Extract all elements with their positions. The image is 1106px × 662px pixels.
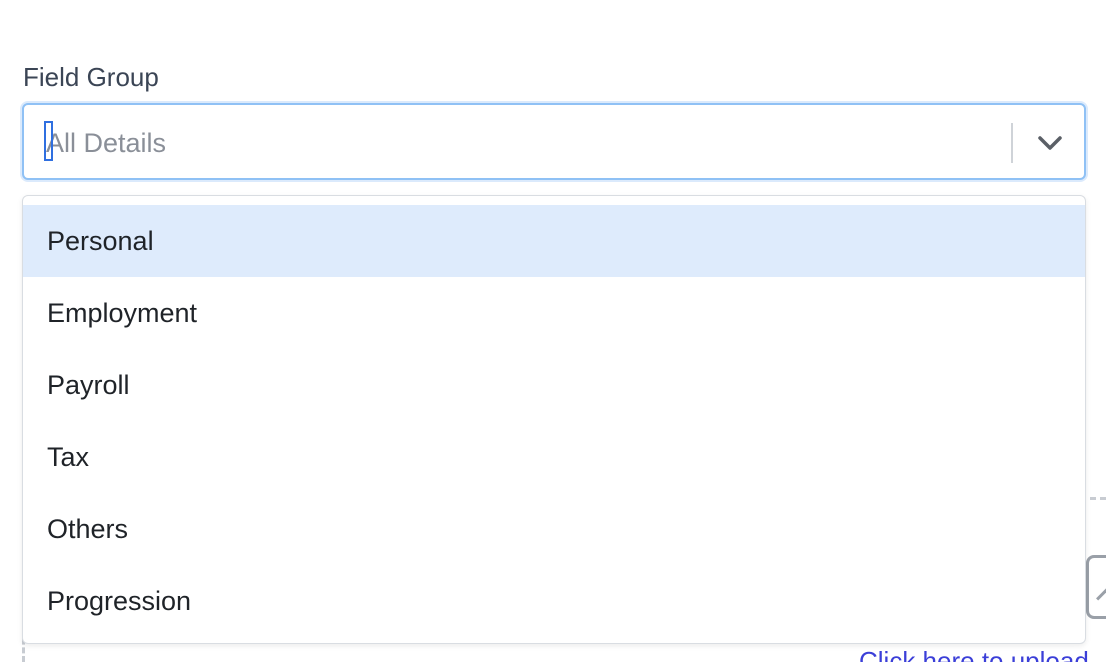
chevron-down-icon[interactable]	[1034, 125, 1066, 161]
select-placeholder: All Details	[46, 128, 167, 158]
option-others[interactable]: Others	[23, 493, 1085, 565]
field-group-label: Field Group	[23, 62, 159, 92]
text-cursor	[44, 121, 53, 161]
dropdown-menu: Personal Employment Payroll Tax Others P…	[22, 195, 1086, 644]
page: Field Group All Details Click here to up…	[0, 0, 1106, 662]
option-employment[interactable]: Employment	[23, 277, 1085, 349]
field-group-select[interactable]: All Details	[22, 103, 1086, 180]
upload-link[interactable]: Click here to upload	[859, 646, 1089, 662]
option-payroll[interactable]: Payroll	[23, 349, 1085, 421]
option-tax[interactable]: Tax	[23, 421, 1085, 493]
image-upload-icon	[1086, 555, 1106, 619]
indicator-separator	[1011, 123, 1013, 163]
option-personal[interactable]: Personal	[23, 205, 1085, 277]
option-progression[interactable]: Progression	[23, 565, 1085, 637]
